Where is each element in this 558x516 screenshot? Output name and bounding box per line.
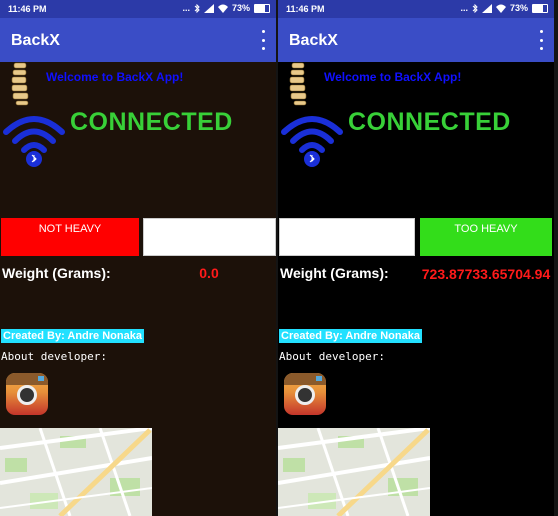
signal-icon: [481, 3, 492, 13]
bluetooth-icon: [194, 3, 200, 13]
battery-percent: 73%: [509, 3, 528, 13]
app-bar: BackX: [0, 18, 276, 62]
signal-icon: [203, 3, 214, 13]
app-title: BackX: [11, 32, 60, 49]
battery-percent: 73%: [231, 3, 250, 13]
weight-value: 723.87733.65704.94: [421, 266, 551, 282]
more-vert-icon[interactable]: [260, 30, 266, 50]
status-time: 11:46 PM: [286, 4, 325, 14]
battery-icon: [254, 3, 270, 13]
notification-dots: ...: [460, 3, 468, 13]
created-by-label: Created By: Andre Nonaka: [1, 329, 144, 343]
connection-status: CONNECTED: [348, 108, 511, 136]
status-time: 11:46 PM: [8, 4, 47, 14]
spine-icon: [289, 62, 307, 106]
status-icons: ... 73%: [460, 3, 548, 13]
weight-label: Weight (Grams):: [280, 265, 389, 281]
app-title: BackX: [289, 32, 338, 49]
welcome-text: Welcome to BackX App!: [46, 70, 184, 84]
too-heavy-indicator: [143, 218, 276, 256]
connection-status: CONNECTED: [70, 108, 233, 136]
notification-dots: ...: [182, 3, 190, 13]
map-thumbnail[interactable]: [278, 428, 430, 516]
more-vert-icon[interactable]: [538, 30, 544, 50]
not-heavy-indicator: [279, 218, 415, 256]
weight-value: 0.0: [199, 265, 219, 281]
bluetooth-icon: [472, 3, 478, 13]
not-heavy-indicator: NOT HEAVY: [1, 218, 139, 256]
instagram-icon[interactable]: [284, 373, 326, 415]
bluetooth-wifi-icon: [3, 116, 65, 167]
status-icons: ... 73%: [182, 3, 270, 13]
wifi-icon: [495, 4, 506, 13]
bluetooth-wifi-icon: [281, 116, 343, 167]
too-heavy-indicator: TOO HEAVY: [420, 218, 552, 256]
battery-icon: [532, 3, 548, 13]
about-developer-label: About developer:: [279, 350, 385, 363]
weight-label: Weight (Grams):: [2, 265, 111, 281]
status-bar: 11:46 PM ... 73%: [278, 0, 554, 18]
spine-icon: [11, 62, 29, 106]
about-developer-label: About developer:: [1, 350, 107, 363]
status-bar: 11:46 PM ... 73%: [0, 0, 276, 18]
map-thumbnail[interactable]: [0, 428, 152, 516]
instagram-icon[interactable]: [6, 373, 48, 415]
phone-screen-right: 11:46 PM ... 73% BackX Welcome to BackX …: [278, 0, 554, 516]
phone-screen-left: 11:46 PM ... 73% BackX Welcome to BackX …: [0, 0, 276, 516]
welcome-text: Welcome to BackX App!: [324, 70, 462, 84]
app-bar: BackX: [278, 18, 554, 62]
created-by-label: Created By: Andre Nonaka: [279, 329, 422, 343]
wifi-icon: [217, 4, 228, 13]
